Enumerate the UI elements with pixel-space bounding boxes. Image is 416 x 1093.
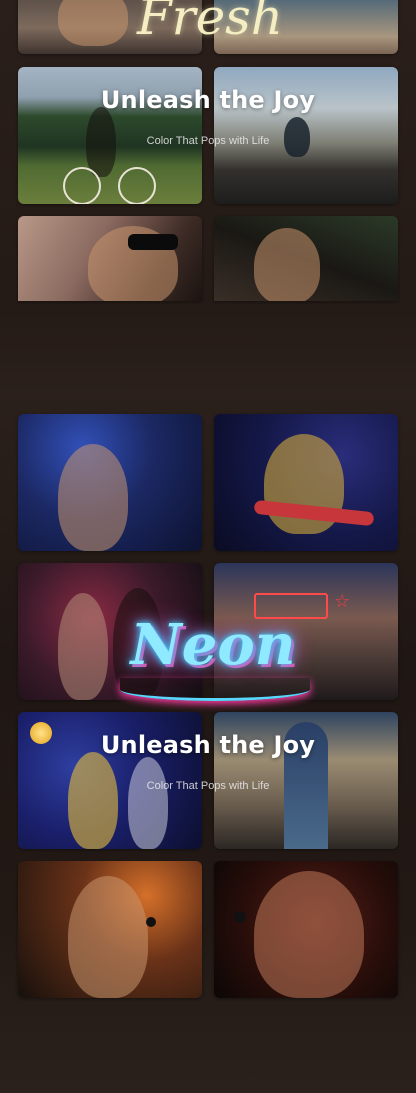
face-figure	[254, 228, 320, 301]
performer-figure-2	[128, 757, 168, 849]
performer-figure	[58, 444, 128, 551]
fresh-photo-portrait	[214, 216, 398, 301]
fresh-photo-sunglasses	[18, 216, 202, 301]
performer-figure	[58, 593, 108, 700]
performer-figure	[68, 876, 148, 998]
microphone-icon	[146, 917, 156, 927]
neon-script-logo: Neon	[130, 612, 296, 678]
neon-photo-singer-female	[214, 861, 398, 998]
performer-figure	[68, 752, 118, 849]
performer-figure	[254, 871, 364, 998]
neon-photo-singer-male	[18, 861, 202, 998]
neon-photo-guitarist	[214, 414, 398, 551]
microphone-icon	[234, 911, 246, 923]
fresh-script-logo: Fresh	[136, 0, 284, 46]
bicycle-wheel-right	[118, 167, 156, 204]
bicycle-wheel-left	[63, 167, 101, 204]
star-icon: ☆	[334, 591, 351, 612]
fresh-subtitle: Color That Pops with Life	[146, 135, 270, 147]
neon-underline-swoosh	[120, 678, 310, 701]
neon-title: Unleash the Joy	[100, 731, 316, 759]
neon-photo-stage-pianist	[18, 414, 202, 551]
fresh-title: Unleash the Joy	[100, 86, 316, 114]
sunglasses-icon	[128, 234, 178, 250]
neon-subtitle: Color That Pops with Life	[146, 780, 270, 792]
